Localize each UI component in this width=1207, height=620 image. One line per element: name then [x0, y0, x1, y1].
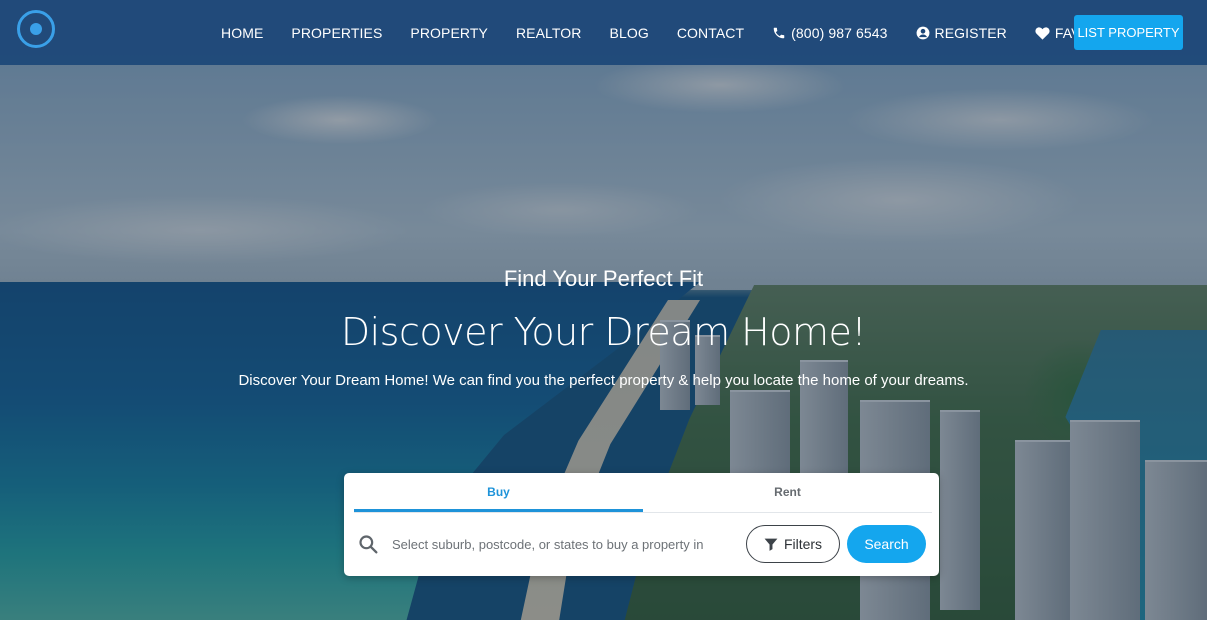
register-label: REGISTER: [934, 24, 1007, 41]
search-icon: [356, 532, 380, 556]
nav-link-home[interactable]: HOME: [221, 25, 263, 41]
hero-subtext: Discover Your Dream Home! We can find yo…: [238, 372, 969, 389]
nav-link-property[interactable]: PROPERTY: [410, 25, 488, 41]
nav-link-properties[interactable]: PROPERTIES: [291, 25, 382, 41]
nav-link-phone[interactable]: (800) 987 6543: [772, 25, 887, 41]
hero-headline: Discover Your Dream Home!: [340, 310, 867, 354]
search-button[interactable]: Search: [847, 525, 926, 563]
search-card: Buy Rent Filters Search: [344, 473, 939, 576]
top-navbar: HOME PROPERTIES PROPERTY REALTOR BLOG CO…: [0, 0, 1207, 65]
nav-link-blog[interactable]: BLOG: [610, 25, 649, 41]
nav-link-register[interactable]: REGISTER: [916, 25, 1007, 41]
search-row: Filters Search: [354, 523, 932, 565]
heart-icon: [1035, 26, 1050, 40]
search-tabs: Buy Rent: [354, 473, 932, 513]
search-input[interactable]: [392, 536, 732, 552]
nav-link-contact[interactable]: CONTACT: [677, 25, 744, 41]
phone-number: (800) 987 6543: [791, 24, 888, 41]
tab-buy[interactable]: Buy: [354, 473, 643, 512]
phone-icon: [772, 26, 786, 40]
filters-label: Filters: [783, 536, 823, 552]
user-circle-icon: [916, 26, 930, 40]
tab-rent[interactable]: Rent: [643, 473, 932, 512]
location-pin-logo-icon[interactable]: [17, 10, 55, 48]
hero-tagline: Find Your Perfect Fit: [503, 266, 704, 291]
filters-button[interactable]: Filters: [746, 525, 840, 563]
list-property-button[interactable]: LIST PROPERTY: [1074, 15, 1183, 50]
filter-icon: [764, 538, 778, 551]
nav-link-realtor[interactable]: REALTOR: [516, 25, 582, 41]
nav-links: HOME PROPERTIES PROPERTY REALTOR BLOG CO…: [221, 0, 1172, 65]
logo-dot: [30, 23, 42, 35]
